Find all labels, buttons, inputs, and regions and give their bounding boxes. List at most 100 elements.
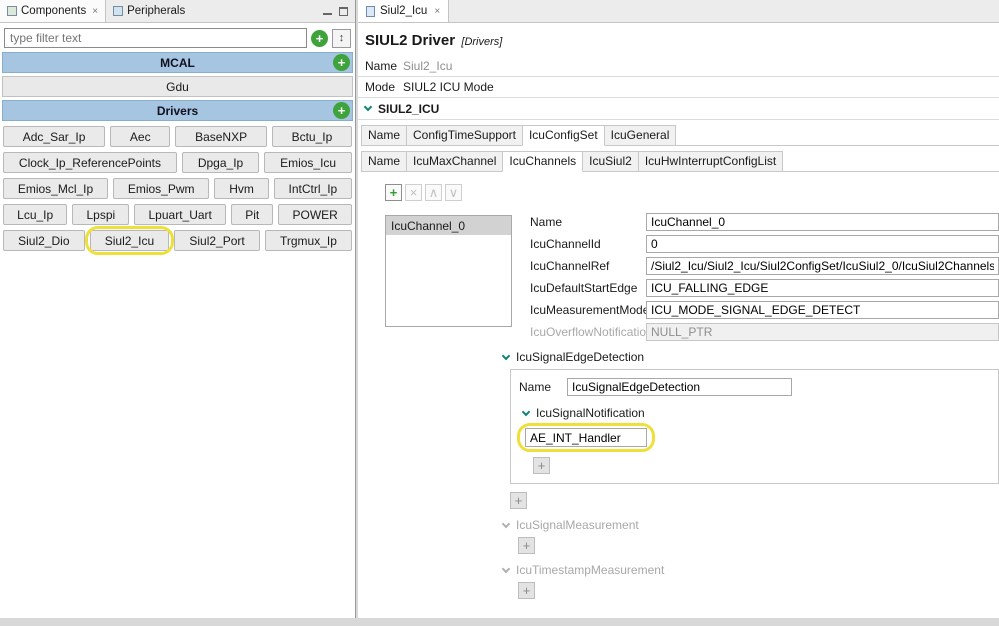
mode-select[interactable]: SIUL2 ICU Mode bbox=[403, 80, 494, 94]
driver-button-siul2-icu[interactable]: Siul2_Icu bbox=[90, 230, 170, 251]
icu-signal-edge-detection-group: Name IcuSignalNotification + bbox=[510, 369, 999, 484]
minimize-icon[interactable] bbox=[323, 8, 332, 15]
icu-measurement-mode-select[interactable] bbox=[646, 301, 999, 319]
document-icon bbox=[366, 6, 375, 17]
icu-signal-notification-input[interactable] bbox=[525, 428, 647, 447]
driver-button-siul2-port[interactable]: Siul2_Port bbox=[174, 230, 260, 251]
list-item-icuchannel-0[interactable]: IcuChannel_0 bbox=[386, 216, 511, 235]
tab-icuchannels[interactable]: IcuChannels bbox=[502, 151, 583, 172]
icu-signal-notification-title: IcuSignalNotification bbox=[536, 406, 645, 420]
component-button-gdu[interactable]: Gdu bbox=[2, 76, 353, 97]
move-down-button[interactable]: ∨ bbox=[445, 184, 462, 201]
driver-button-trgmux-ip[interactable]: Trgmux_Ip bbox=[265, 230, 352, 251]
driver-row: Emios_Mcl_Ip Emios_Pwm Hvm IntCtrl_Ip bbox=[3, 178, 352, 199]
driver-button-emios-mcl-ip[interactable]: Emios_Mcl_Ip bbox=[3, 178, 108, 199]
form-row: Name bbox=[530, 213, 999, 231]
components-panel: Components × Peripherals + ↕ MCAL + Gdu … bbox=[0, 0, 356, 618]
add-timestamp-measurement-button[interactable]: + bbox=[518, 582, 535, 599]
add-signal-measurement-button[interactable]: + bbox=[518, 537, 535, 554]
channel-toolbar: + × ∧ ∨ bbox=[385, 184, 999, 201]
driver-button-intctrl-ip[interactable]: IntCtrl_Ip bbox=[274, 178, 352, 199]
icu-channel-ref-input[interactable] bbox=[646, 257, 999, 275]
chevron-down-icon bbox=[522, 407, 530, 415]
driver-button-lpspi[interactable]: Lpspi bbox=[72, 204, 129, 225]
close-icon[interactable]: × bbox=[434, 6, 440, 17]
edge-detection-name-label: Name bbox=[519, 380, 567, 394]
add-component-icon[interactable]: + bbox=[311, 30, 328, 47]
driver-row: Lcu_Ip Lpspi Lpuart_Uart Pit POWER bbox=[3, 204, 352, 225]
page-title: SIUL2 Driver bbox=[365, 32, 455, 49]
tab-peripherals[interactable]: Peripherals bbox=[106, 0, 192, 22]
siul2-icu-tabs: Name ConfigTimeSupport IcuConfigSet IcuG… bbox=[361, 125, 999, 146]
tab-configtimesupport[interactable]: ConfigTimeSupport bbox=[406, 125, 523, 145]
editor-tab-bar: Siul2_Icu × bbox=[358, 0, 999, 23]
chevron-down-icon bbox=[502, 351, 510, 359]
driver-button-emios-icu[interactable]: Emios_Icu bbox=[264, 152, 352, 173]
driver-button-adc-sar-ip[interactable]: Adc_Sar_Ip bbox=[3, 126, 105, 147]
icu-timestamp-measurement-title: IcuTimestampMeasurement bbox=[516, 563, 664, 577]
edge-detection-name-row: Name bbox=[519, 378, 990, 396]
driver-button-siul2-dio[interactable]: Siul2_Dio bbox=[3, 230, 85, 251]
icu-channel-id-label: IcuChannelId bbox=[530, 237, 646, 251]
tab-icuconfigset[interactable]: IcuConfigSet bbox=[522, 125, 605, 146]
name-property-row: Name Siul2_Icu bbox=[358, 56, 999, 77]
page-title-suffix: [Drivers] bbox=[461, 36, 502, 48]
mcal-group-header[interactable]: MCAL + bbox=[2, 52, 353, 73]
add-driver-icon[interactable]: + bbox=[333, 102, 350, 119]
peripherals-icon bbox=[113, 6, 123, 16]
driver-button-bctu-ip[interactable]: Bctu_Ip bbox=[272, 126, 352, 147]
icu-channel-name-input[interactable] bbox=[646, 213, 999, 231]
name-value: Siul2_Icu bbox=[403, 59, 452, 73]
siul2-icu-section-title: SIUL2_ICU bbox=[378, 102, 439, 116]
form-row: IcuMeasurementMode bbox=[530, 301, 999, 319]
driver-button-lpuart-uart[interactable]: Lpuart_Uart bbox=[134, 204, 226, 225]
tab-icugeneral[interactable]: IcuGeneral bbox=[604, 125, 677, 145]
channel-list: IcuChannel_0 bbox=[385, 215, 512, 327]
icu-channel-ref-label: IcuChannelRef bbox=[530, 259, 646, 273]
icu-signal-edge-detection-header[interactable]: IcuSignalEdgeDetection bbox=[503, 350, 999, 364]
tab-configset-name[interactable]: Name bbox=[361, 151, 407, 171]
tab-siul2-icu[interactable]: Siul2_Icu × bbox=[358, 0, 449, 22]
drivers-group-header[interactable]: Drivers + bbox=[2, 100, 353, 121]
tab-components[interactable]: Components × bbox=[0, 0, 106, 22]
siul2-icu-section-header[interactable]: SIUL2_ICU bbox=[358, 98, 999, 120]
driver-button-lcu-ip[interactable]: Lcu_Ip bbox=[3, 204, 67, 225]
move-up-button[interactable]: ∧ bbox=[425, 184, 442, 201]
highlighted-field-wrapper bbox=[525, 428, 647, 447]
icu-signal-measurement-header[interactable]: IcuSignalMeasurement bbox=[503, 518, 999, 532]
add-channel-button[interactable]: + bbox=[385, 184, 402, 201]
driver-button-dpga-ip[interactable]: Dpga_Ip bbox=[182, 152, 259, 173]
icuconfigset-tabs: Name IcuMaxChannel IcuChannels IcuSiul2 … bbox=[361, 151, 999, 172]
form-row: IcuChannelId bbox=[530, 235, 999, 253]
tab-name[interactable]: Name bbox=[361, 125, 407, 145]
icu-timestamp-measurement-header[interactable]: IcuTimestampMeasurement bbox=[503, 563, 999, 577]
driver-button-basenxp[interactable]: BaseNXP bbox=[175, 126, 267, 147]
mode-label: Mode bbox=[365, 80, 403, 94]
icu-signal-notification-header[interactable]: IcuSignalNotification bbox=[523, 406, 990, 420]
tab-icuhwinterruptconfiglist[interactable]: IcuHwInterruptConfigList bbox=[638, 151, 783, 171]
left-tab-bar: Components × Peripherals bbox=[0, 0, 355, 23]
icu-channel-id-input[interactable] bbox=[646, 235, 999, 253]
tab-icumaxchannel[interactable]: IcuMaxChannel bbox=[406, 151, 503, 171]
maximize-icon[interactable] bbox=[339, 7, 348, 16]
filter-input[interactable] bbox=[4, 28, 307, 48]
driver-button-power[interactable]: POWER bbox=[278, 204, 352, 225]
components-icon bbox=[7, 6, 17, 16]
driver-button-emios-pwm[interactable]: Emios_Pwm bbox=[113, 178, 209, 199]
add-mcal-icon[interactable]: + bbox=[333, 54, 350, 71]
add-notification-button[interactable]: + bbox=[533, 457, 550, 474]
add-edge-detection-button[interactable]: + bbox=[510, 492, 527, 509]
form-row: IcuChannelRef bbox=[530, 257, 999, 275]
driver-button-hvm[interactable]: Hvm bbox=[214, 178, 268, 199]
icu-measurement-mode-label: IcuMeasurementMode bbox=[530, 303, 646, 317]
remove-channel-button[interactable]: × bbox=[405, 184, 422, 201]
driver-button-clock-ip-referencepoints[interactable]: Clock_Ip_ReferencePoints bbox=[3, 152, 177, 173]
sort-icon[interactable]: ↕ bbox=[332, 29, 351, 48]
driver-button-pit[interactable]: Pit bbox=[231, 204, 273, 225]
edge-detection-name-input[interactable] bbox=[567, 378, 792, 396]
tab-icusiul2[interactable]: IcuSiul2 bbox=[582, 151, 639, 171]
driver-button-aec[interactable]: Aec bbox=[110, 126, 170, 147]
chevron-down-icon bbox=[502, 564, 510, 572]
icu-default-start-edge-select[interactable] bbox=[646, 279, 999, 297]
close-icon[interactable]: × bbox=[92, 6, 98, 17]
